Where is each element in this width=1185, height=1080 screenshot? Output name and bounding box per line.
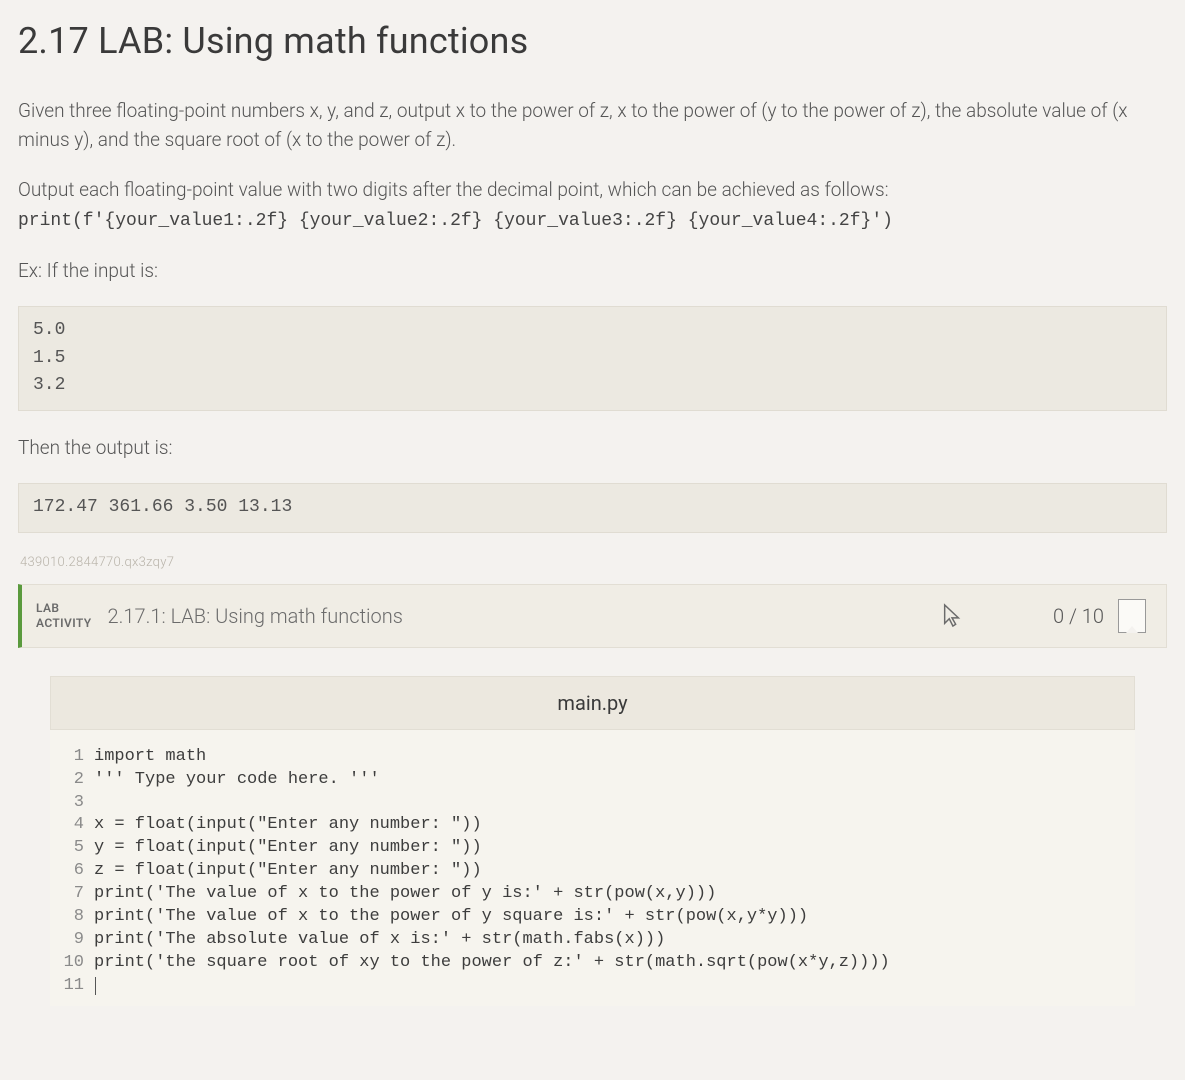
format-example-code: print(f'{your_value1:.2f} {your_value2:.… <box>18 211 893 231</box>
code-text[interactable] <box>94 975 96 998</box>
example-input-block: 5.0 1.5 3.2 <box>18 306 1167 412</box>
code-text[interactable]: import math <box>94 746 206 769</box>
code-text[interactable]: print('the square root of xy to the powe… <box>94 952 890 975</box>
code-line[interactable]: 3 <box>50 792 1135 815</box>
file-tab[interactable]: main.py <box>50 676 1135 730</box>
line-number: 4 <box>50 814 94 837</box>
example-output-label: Then the output is: <box>18 433 1167 462</box>
line-number: 11 <box>50 975 94 998</box>
instructions-paragraph-2: Output each floating-point value with tw… <box>18 175 1167 236</box>
lab-activity-title: 2.17.1: LAB: Using math functions <box>108 604 941 628</box>
code-text[interactable]: y = float(input("Enter any number: ")) <box>94 837 482 860</box>
line-number: 2 <box>50 769 94 792</box>
lab-badge-line1: LAB <box>36 601 92 616</box>
watermark-id: 439010.2844770.qx3zqy7 <box>20 555 1167 570</box>
code-text[interactable]: print('The value of x to the power of y … <box>94 906 808 929</box>
text-caret <box>95 977 96 995</box>
code-line[interactable]: 9print('The absolute value of x is:' + s… <box>50 929 1135 952</box>
cursor-arrow-icon <box>941 603 963 629</box>
code-text[interactable]: print('The absolute value of x is:' + st… <box>94 929 665 952</box>
line-number: 6 <box>50 860 94 883</box>
score-display: 0 / 10 <box>1053 604 1104 628</box>
line-number: 10 <box>50 952 94 975</box>
format-instruction-text: Output each floating-point value with tw… <box>18 178 889 201</box>
line-number: 1 <box>50 746 94 769</box>
code-line[interactable]: 8print('The value of x to the power of y… <box>50 906 1135 929</box>
code-line[interactable]: 4x = float(input("Enter any number: ")) <box>50 814 1135 837</box>
line-number: 3 <box>50 792 94 815</box>
line-number: 7 <box>50 883 94 906</box>
instructions-paragraph-1: Given three floating-point numbers x, y,… <box>18 96 1167 155</box>
code-text[interactable]: print('The value of x to the power of y … <box>94 883 716 906</box>
code-line[interactable]: 5y = float(input("Enter any number: ")) <box>50 837 1135 860</box>
code-text[interactable]: x = float(input("Enter any number: ")) <box>94 814 482 837</box>
lab-badge: LAB ACTIVITY <box>36 601 92 631</box>
line-number: 9 <box>50 929 94 952</box>
lab-activity-bar: LAB ACTIVITY 2.17.1: LAB: Using math fun… <box>18 584 1167 648</box>
code-text[interactable]: ''' Type your code here. ''' <box>94 769 380 792</box>
page-title: 2.17 LAB: Using math functions <box>18 20 1167 62</box>
code-line[interactable]: 6z = float(input("Enter any number: ")) <box>50 860 1135 883</box>
code-line[interactable]: 11 <box>50 975 1135 998</box>
example-output-block: 172.47 361.66 3.50 13.13 <box>18 483 1167 533</box>
code-text[interactable]: z = float(input("Enter any number: ")) <box>94 860 482 883</box>
example-input-label: Ex: If the input is: <box>18 256 1167 285</box>
code-line[interactable]: 2''' Type your code here. ''' <box>50 769 1135 792</box>
code-line[interactable]: 1import math <box>50 746 1135 769</box>
code-line[interactable]: 10print('the square root of xy to the po… <box>50 952 1135 975</box>
line-number: 5 <box>50 837 94 860</box>
code-line[interactable]: 7print('The value of x to the power of y… <box>50 883 1135 906</box>
bookmark-icon[interactable] <box>1118 599 1146 633</box>
line-number: 8 <box>50 906 94 929</box>
code-editor[interactable]: 1import math2''' Type your code here. ''… <box>50 730 1135 1006</box>
lab-badge-line2: ACTIVITY <box>36 616 92 631</box>
code-editor-region: main.py 1import math2''' Type your code … <box>50 676 1135 1006</box>
